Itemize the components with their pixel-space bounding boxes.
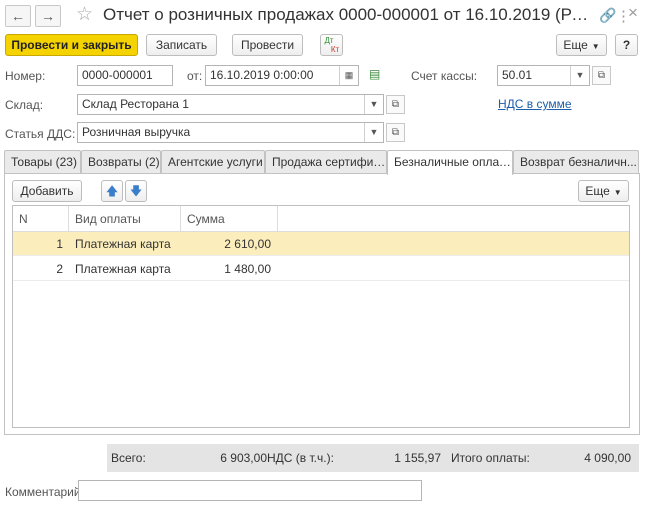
payment-total-value: 4 090,00 (584, 451, 631, 465)
payment-sum: 1 480,00 (224, 262, 271, 276)
forward-button[interactable]: → (35, 5, 61, 27)
tab-returns[interactable]: Возвраты (2) (81, 150, 161, 174)
window-title: Отчет о розничных продажах 0000-000001 о… (103, 5, 593, 24)
star-icon[interactable]: ☆ (76, 3, 93, 26)
save-button[interactable]: Записать (146, 34, 217, 56)
payment-type: Платежная карта (75, 237, 171, 251)
date-label: от: (187, 69, 203, 83)
total-value: 6 903,00 (220, 451, 267, 465)
payment-sum: 2 610,00 (224, 237, 271, 251)
number-field[interactable]: 0000-000001 (77, 65, 173, 86)
table-row[interactable]: 2 Платежная карта 1 480,00 (13, 257, 629, 281)
comment-label: Комментарий: (5, 485, 84, 499)
payment-total-label: Итого оплаты: (451, 451, 530, 465)
totals-bar: Всего: 6 903,00 НДС (в т.ч.): 1 155,97 И… (107, 444, 639, 472)
help-button[interactable]: ? (615, 34, 638, 56)
chevron-down-icon[interactable]: ▼ (364, 95, 383, 114)
row-number: 1 (56, 237, 63, 251)
arrow-left-icon: ← (11, 8, 25, 24)
table-row[interactable]: 1 Платежная карта 2 610,00 (13, 232, 629, 256)
column-header-sum[interactable]: Сумма (181, 206, 278, 232)
back-button[interactable]: ← (5, 5, 31, 27)
cash-account-label: Счет кассы: (411, 69, 478, 83)
warehouse-field[interactable]: Склад Ресторана 1 ▼ (77, 94, 384, 115)
vat-value: 1 155,97 (394, 451, 441, 465)
column-header-payment-type[interactable]: Вид оплаты (69, 206, 181, 232)
dds-field[interactable]: Розничная выручка ▼ (77, 122, 384, 143)
arrow-down-icon: 🡇 (129, 184, 143, 198)
more-button[interactable]: Еще ▼ (556, 34, 607, 56)
cash-account-field[interactable]: 50.01 ▼ (497, 65, 590, 86)
table-more-button[interactable]: Еще ▼ (578, 180, 629, 202)
vat-label: НДС (в т.ч.): (267, 451, 334, 465)
post-button[interactable]: Провести (232, 34, 303, 56)
payment-type: Платежная карта (75, 262, 171, 276)
add-button[interactable]: Добавить (12, 180, 82, 202)
chevron-down-icon[interactable]: ▼ (364, 123, 383, 142)
post-and-close-button[interactable]: Провести и закрыть (5, 34, 138, 56)
tab-cashless-payments[interactable]: Безналичные оплат... (387, 150, 513, 175)
calendar-icon[interactable]: ▦ (339, 66, 358, 85)
arrow-up-icon: 🡅 (105, 184, 119, 198)
column-header-n[interactable]: N (13, 206, 69, 232)
chevron-down-icon: ▼ (591, 42, 600, 51)
tab-agent-services[interactable]: Агентские услуги (161, 150, 265, 174)
comment-field[interactable] (78, 480, 422, 501)
table-header: N Вид оплаты Сумма (13, 206, 629, 232)
move-down-button[interactable]: 🡇 (125, 180, 147, 202)
dds-label: Статья ДДС: (5, 127, 76, 141)
row-number: 2 (56, 262, 63, 276)
dt-kt-icon: Дт Кт (324, 36, 340, 54)
warehouse-label: Склад: (5, 98, 44, 112)
close-icon[interactable]: × (628, 3, 638, 23)
vat-in-sum-link[interactable]: НДС в сумме (498, 97, 572, 111)
date-field[interactable]: 16.10.2019 0:00:00 ▦ (205, 65, 359, 86)
arrow-right-icon: → (41, 8, 55, 24)
tab-goods[interactable]: Товары (23) (4, 150, 81, 174)
open-icon[interactable]: ⧉ (386, 95, 405, 114)
tab-certificate-sales[interactable]: Продажа сертифик... (265, 150, 387, 174)
document-list-icon[interactable]: ▤ (369, 67, 380, 81)
number-label: Номер: (5, 69, 46, 83)
total-label: Всего: (111, 451, 146, 465)
move-up-button[interactable]: 🡅 (101, 180, 123, 202)
payments-table[interactable]: N Вид оплаты Сумма 1 Платежная карта 2 6… (12, 205, 630, 428)
open-icon[interactable]: ⧉ (386, 123, 405, 142)
dt-kt-button[interactable]: Дт Кт (320, 34, 343, 56)
tab-cashless-returns[interactable]: Возврат безналичн... (513, 150, 639, 174)
link-icon[interactable]: 🔗 (599, 7, 616, 24)
chevron-down-icon: ▼ (613, 188, 622, 197)
open-icon[interactable]: ⧉ (592, 66, 611, 85)
chevron-down-icon[interactable]: ▼ (570, 66, 589, 85)
